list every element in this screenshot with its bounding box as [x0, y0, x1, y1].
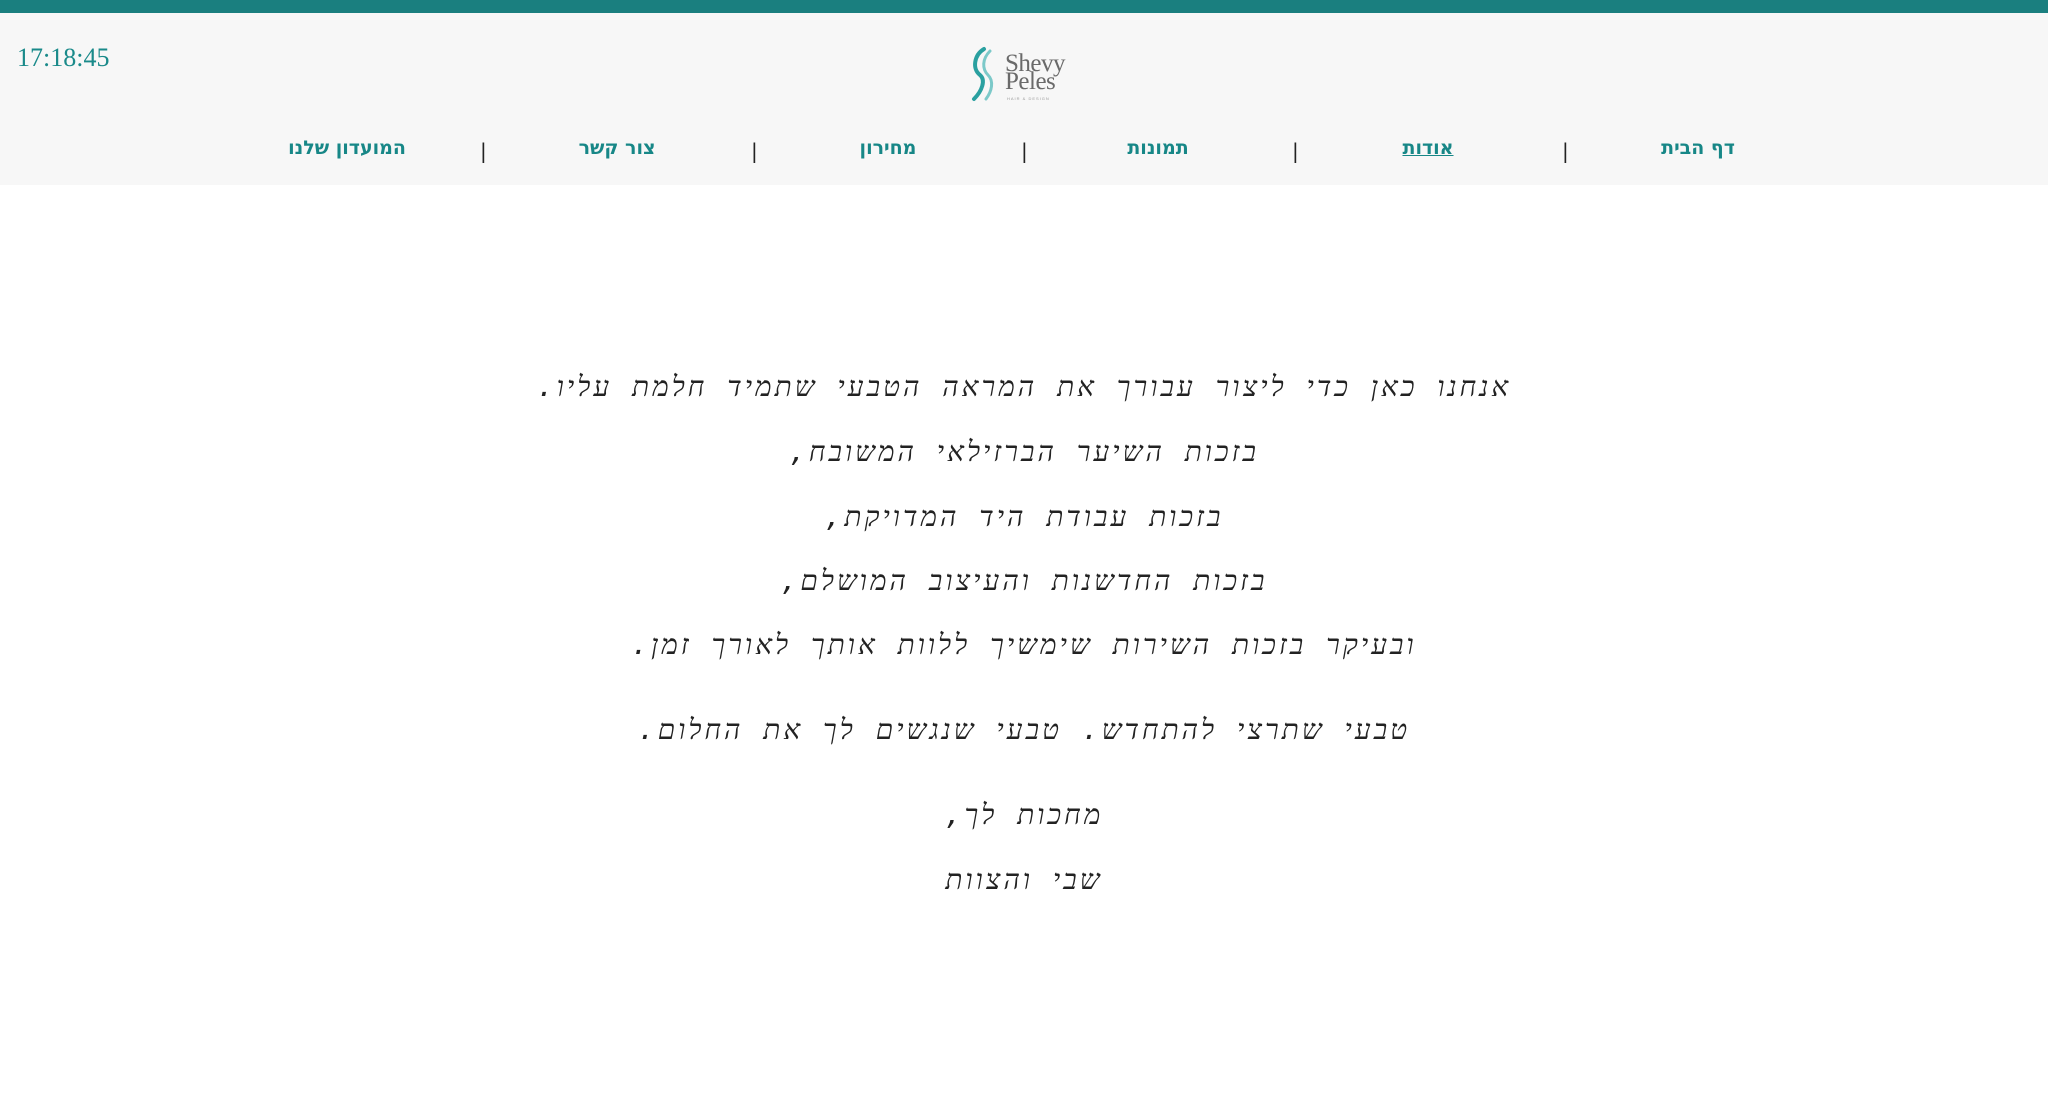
nav-separator: | [1562, 139, 1569, 163]
site-logo[interactable]: Shevy Peles HAIR & DESIGN [966, 45, 1084, 103]
site-header: 17:18:45 Shevy Peles HAIR & DESIGN דף הב… [0, 13, 2048, 185]
nav-separator: | [1292, 139, 1299, 163]
signature-line: שבי והצוות [945, 863, 1103, 896]
about-line: בזכות החדשנות והעיצוב המושלם, [780, 564, 1268, 597]
top-accent-bar [0, 0, 2048, 13]
about-line: אנחנו כאן כדי ליצור עבורך את המראה הטבעי… [536, 370, 1512, 403]
about-line: בזכות עבודת היד המדויקת, [824, 500, 1224, 533]
logo-tagline: HAIR & DESIGN [1007, 96, 1050, 101]
nav-contact[interactable]: צור קשר [579, 137, 656, 159]
main-navigation: דף הבית | אודות | תמונות | מחירון | צור … [0, 137, 2048, 167]
about-line: ובעיקר בזכות השירות שימשיך ללוות אותך לא… [631, 628, 1417, 661]
nav-pricing[interactable]: מחירון [860, 137, 917, 159]
sign-off-line: מחכות לך, [944, 798, 1104, 831]
nav-home[interactable]: דף הבית [1661, 137, 1735, 159]
clock: 17:18:45 [17, 43, 110, 72]
nav-separator: | [480, 139, 487, 163]
nav-separator: | [751, 139, 758, 163]
nav-gallery[interactable]: תמונות [1127, 137, 1188, 159]
nav-separator: | [1021, 139, 1028, 163]
nav-about[interactable]: אודות [1402, 137, 1453, 159]
logo-swirl-icon [972, 47, 994, 101]
logo-text-bottom: Peles [1005, 68, 1056, 95]
about-line: טבעי שתרצי להתחדש. טבעי שנגשים לך את החל… [637, 713, 1411, 746]
nav-club[interactable]: המועדון שלנו [288, 137, 406, 159]
about-line: בזכות השיער הברזילאי המשובח, [789, 435, 1259, 468]
